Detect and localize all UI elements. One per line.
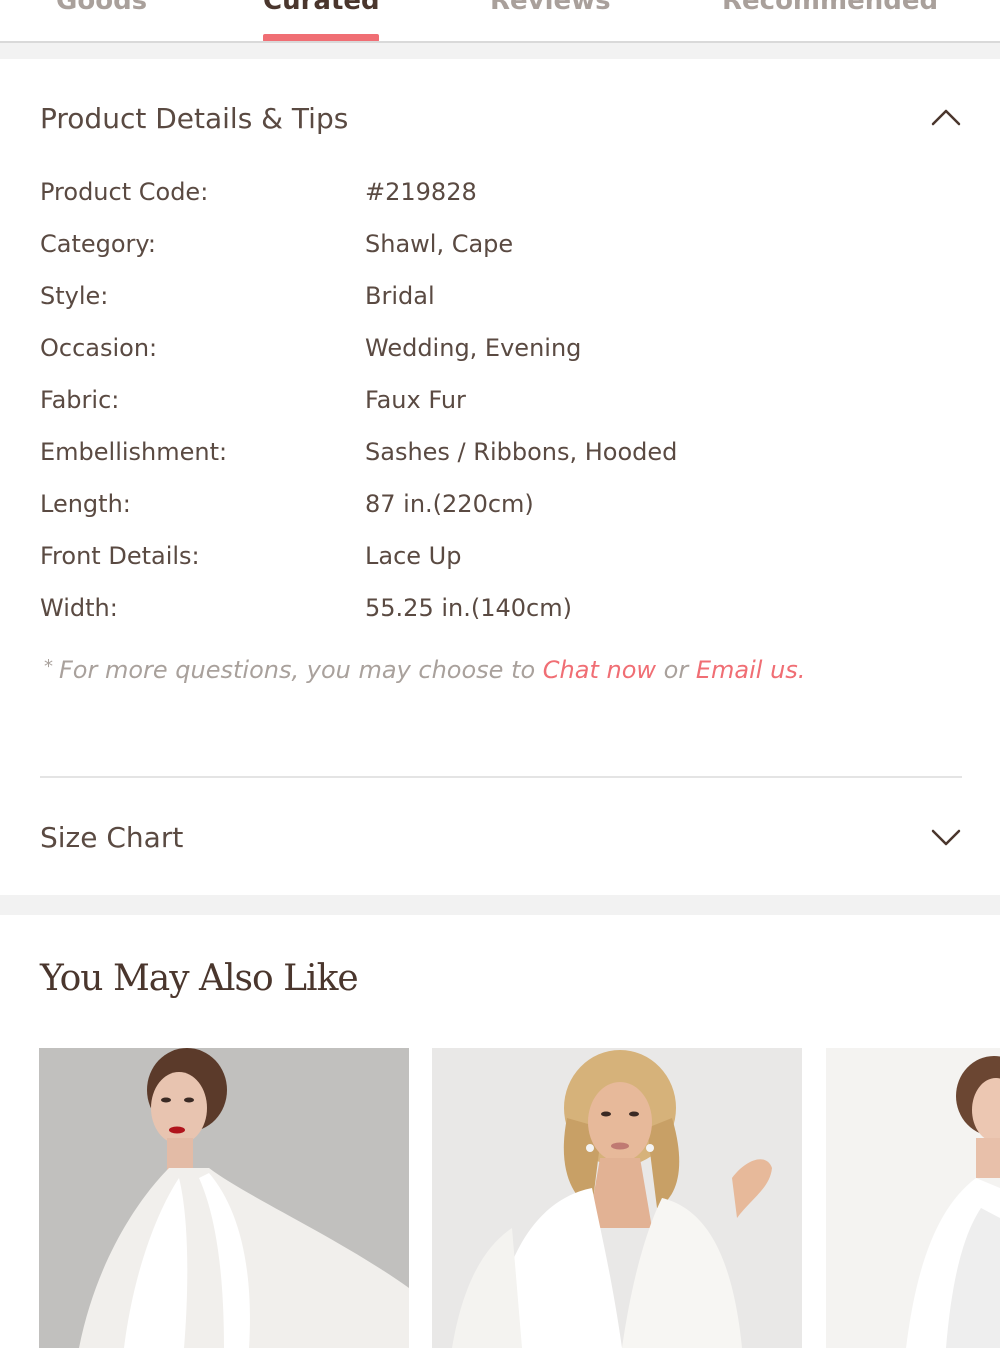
detail-label: Product Code: [40, 178, 209, 206]
detail-label: Style: [40, 282, 109, 310]
note-mid: or [656, 656, 696, 684]
you-may-also-like-title: You May Also Like [40, 958, 359, 999]
note-asterisk: * [44, 656, 53, 677]
detail-value: Shawl, Cape [365, 230, 514, 258]
detail-row-front-details: Front Details: Lace Up [40, 538, 960, 574]
product-details-header[interactable]: Product Details & Tips [40, 96, 962, 140]
detail-row-product-code: Product Code: #219828 [40, 174, 960, 210]
detail-label: Embellishment: [40, 438, 228, 466]
detail-value: #219828 [365, 178, 477, 206]
divider [40, 776, 962, 778]
email-us-link[interactable]: Email us [696, 656, 798, 684]
detail-row-length: Length: 87 in.(220cm) [40, 486, 960, 522]
note-prefix: For more questions, you may choose to [59, 656, 543, 684]
product-image [39, 1048, 409, 1348]
chevron-down-icon[interactable] [930, 821, 962, 853]
product-card-2[interactable] [432, 1048, 802, 1348]
detail-label: Fabric: [40, 386, 120, 414]
detail-label: Width: [40, 594, 118, 622]
detail-value: Wedding, Evening [365, 334, 582, 362]
detail-row-category: Category: Shawl, Cape [40, 226, 960, 262]
section-separator [0, 43, 1000, 59]
size-chart-header[interactable]: Size Chart [40, 815, 962, 859]
detail-row-fabric: Fabric: Faux Fur [40, 382, 960, 418]
detail-value: Lace Up [365, 542, 462, 570]
detail-label: Length: [40, 490, 131, 518]
detail-row-embellishment: Embellishment: Sashes / Ribbons, Hooded [40, 434, 960, 470]
tab-goods[interactable]: Goods [56, 0, 147, 16]
tab-reviews[interactable]: Reviews [490, 0, 611, 16]
note-suffix: . [797, 656, 806, 684]
detail-row-width: Width: 55.25 in.(140cm) [40, 590, 960, 626]
contact-note: * For more questions, you may choose to C… [44, 656, 805, 684]
product-card-3[interactable] [826, 1048, 1000, 1348]
detail-value: 87 in.(220cm) [365, 490, 534, 518]
active-tab-indicator [263, 34, 379, 41]
size-chart-title: Size Chart [40, 820, 184, 854]
product-details-title: Product Details & Tips [40, 101, 349, 135]
detail-label: Occasion: [40, 334, 158, 362]
tab-recommended[interactable]: Recommended [722, 0, 938, 16]
tab-bar: Goods Curated Reviews Recommended [0, 0, 1000, 43]
detail-value: Faux Fur [365, 386, 466, 414]
detail-row-occasion: Occasion: Wedding, Evening [40, 330, 960, 366]
chevron-up-icon[interactable] [930, 102, 962, 134]
detail-label: Category: [40, 230, 156, 258]
detail-value: Sashes / Ribbons, Hooded [365, 438, 678, 466]
detail-row-style: Style: Bridal [40, 278, 960, 314]
tab-curated[interactable]: Curated [263, 0, 380, 16]
product-image [826, 1048, 1000, 1348]
detail-label: Front Details: [40, 542, 200, 570]
detail-value: 55.25 in.(140cm) [365, 594, 572, 622]
chat-now-link[interactable]: Chat now [543, 656, 656, 684]
detail-value: Bridal [365, 282, 435, 310]
section-separator [0, 895, 1000, 915]
product-image [432, 1048, 802, 1348]
product-card-1[interactable] [39, 1048, 409, 1348]
